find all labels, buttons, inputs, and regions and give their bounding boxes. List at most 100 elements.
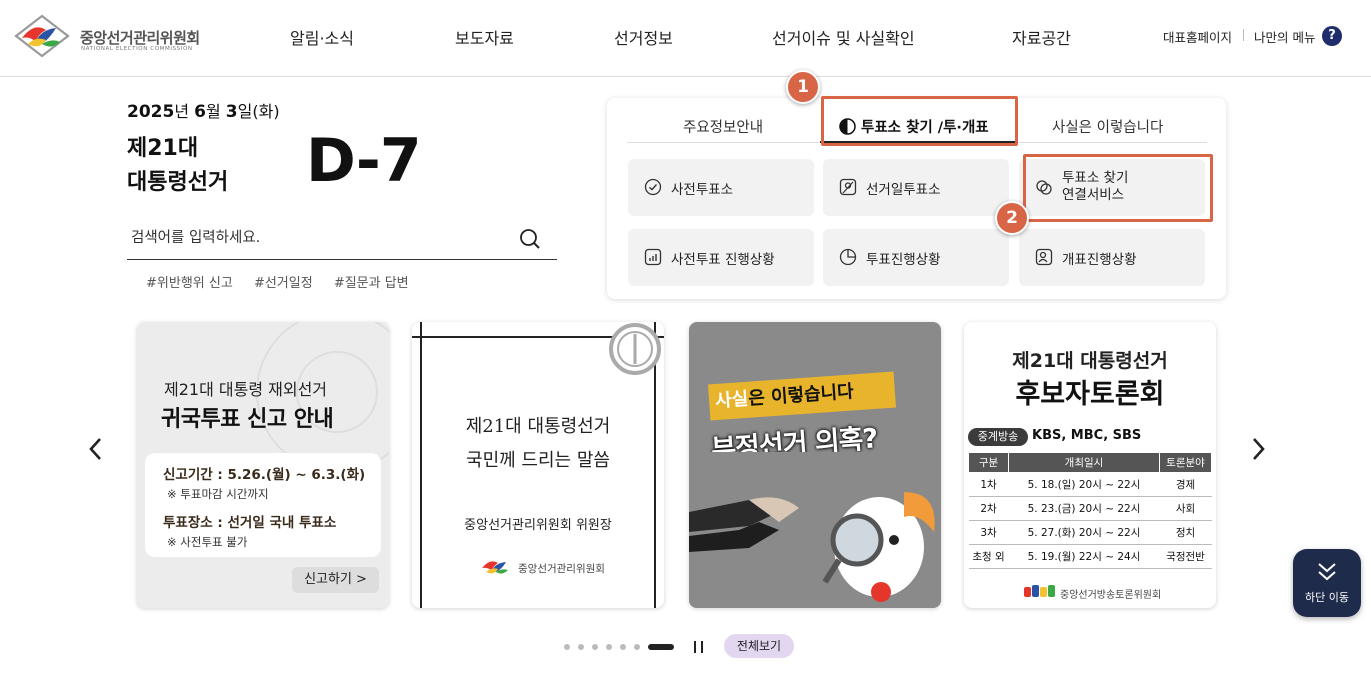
date-day: 3: [225, 102, 238, 122]
table-cell: 사회: [1159, 496, 1212, 521]
card-counting-progress[interactable]: 개표진행상황: [1019, 229, 1205, 286]
nav-election-issues[interactable]: 선거이슈 및 사실확인: [772, 25, 915, 49]
table-cell: 국정전반: [1159, 544, 1212, 569]
report-period-note: ※ 투표마감 시간까지: [167, 487, 269, 501]
pager-dot[interactable]: [578, 644, 584, 650]
pager-dot[interactable]: [592, 644, 598, 650]
banner-title: 귀국투표 신고 안내: [161, 407, 334, 432]
banner-candidate-debate[interactable]: 제21대 대통령선거 후보자토론회 중계방송 KBS, MBC, SBS 구분 …: [964, 322, 1216, 608]
tab-main-info[interactable]: 주요정보안내: [683, 116, 763, 137]
pager-dot[interactable]: [606, 644, 612, 650]
pager-dot[interactable]: [564, 644, 570, 650]
card-label: 사전투표 진행상황: [671, 252, 775, 268]
tag-faq[interactable]: #질문과 답변: [334, 276, 409, 291]
card-voting-progress[interactable]: 투표진행상황: [823, 229, 1009, 286]
table-cell: 5. 19.(월) 22시 ~ 24시: [1008, 544, 1160, 569]
table-header: 개최일시: [1008, 452, 1160, 473]
util-divider: [1243, 29, 1244, 41]
nav-resources[interactable]: 자료공간: [1012, 25, 1071, 49]
tag-election-schedule[interactable]: #선거일정: [254, 276, 313, 291]
pager-dot-active[interactable]: [648, 644, 674, 650]
search-tags: #위반행위 신고 #선거일정 #질문과 답변: [146, 272, 426, 291]
date-year-unit: 년: [174, 102, 195, 121]
main-homepage-link[interactable]: 대표홈페이지: [1163, 27, 1232, 46]
date-day-unit: 일(화): [237, 102, 280, 121]
debate-title: 후보자토론회: [1015, 379, 1165, 410]
date-month-unit: 월: [205, 102, 226, 121]
double-chevron-down-icon: [1318, 563, 1336, 581]
banner-chairman-message[interactable]: 제21대 대통령선거 국민께 드리는 말씀 중앙선거관리위원회 위원장 중앙선거…: [412, 322, 664, 608]
nav-election-info[interactable]: 선거정보: [614, 25, 673, 49]
table-header-row: 구분 개최일시 토론분야: [968, 452, 1212, 473]
d-day-counter: D-7: [306, 126, 422, 196]
voting-location-note: ※ 사전투표 불가: [167, 535, 248, 549]
handshake-mascot-illustration: [689, 452, 941, 608]
message-line2: 국민께 드리는 말씀: [466, 450, 610, 471]
check-circle-icon: [644, 178, 662, 196]
table-cell: 정치: [1159, 520, 1212, 545]
date-month: 6: [194, 102, 206, 122]
report-button[interactable]: 신고하기 >: [292, 567, 379, 593]
highlight-number-2: 2: [995, 201, 1029, 235]
site-header: 중앙선거관리위원회 NATIONAL ELECTION COMMISSION 알…: [0, 0, 1371, 77]
nec-logo-mark-icon: [14, 14, 70, 58]
my-menu-link[interactable]: 나만의 메뉴: [1254, 27, 1315, 46]
banner-info-box: 신고기간 : 5.26.(월) ~ 6.3.(화) ※ 투표마감 시간까지 투표…: [145, 453, 381, 557]
banner-logo: 중앙선거관리위원회: [480, 554, 610, 580]
card-early-voting-station[interactable]: 사전투표소: [628, 159, 814, 216]
nav-press[interactable]: 보도자료: [455, 25, 514, 49]
nav-notice[interactable]: 알림·소식: [290, 25, 354, 49]
highlight-number-1: 1: [786, 70, 820, 104]
pager-dot[interactable]: [634, 644, 640, 650]
highlight-box-1: [821, 96, 1018, 146]
scroll-to-bottom-button[interactable]: 하단 이동: [1293, 549, 1361, 617]
scroll-to-bottom-label: 하단 이동: [1305, 591, 1349, 604]
broadcast-channels: KBS, MBC, SBS: [1032, 428, 1142, 443]
table-cell: 5. 27.(화) 20시 ~ 22시: [1008, 520, 1160, 545]
carousel-next-icon[interactable]: [1248, 435, 1268, 463]
tab-fact-check[interactable]: 사실은 이렇습니다: [1052, 116, 1163, 137]
nec-logo[interactable]: 중앙선거관리위원회 NATIONAL ELECTION COMMISSION: [12, 14, 212, 58]
nec-seal-icon: [609, 323, 661, 375]
card-label: 투표진행상황: [866, 252, 941, 268]
date-year: 2025: [127, 102, 175, 122]
carousel-prev-icon[interactable]: [86, 435, 106, 463]
table-header: 구분: [968, 452, 1009, 473]
voting-location: 투표장소 : 선거일 국내 투표소: [163, 515, 337, 531]
table-row: 3차 5. 27.(화) 20시 ~ 22시 정치: [968, 520, 1212, 545]
table-cell: 2차: [968, 496, 1009, 521]
card-early-voting-progress[interactable]: 사전투표 진행상황: [628, 229, 814, 286]
tag-violation-report[interactable]: #위반행위 신고: [146, 276, 233, 291]
pie-chart-icon: [839, 248, 857, 266]
banner-fact-check[interactable]: 사실은 이렇습니다 부정선거 의혹?: [689, 322, 941, 608]
report-period: 신고기간 : 5.26.(월) ~ 6.3.(화): [163, 467, 366, 483]
election-name-line1: 제21대: [127, 136, 199, 161]
election-date: 2025년 6월 3일(화): [127, 98, 280, 122]
search-input[interactable]: [131, 226, 511, 250]
person-check-icon: [1035, 248, 1053, 266]
card-election-day-station[interactable]: 선거일투표소: [823, 159, 1009, 216]
card-label: 사전투표소: [671, 182, 734, 198]
broadcast-badge: 중계방송: [968, 428, 1028, 446]
table-cell: 3차: [968, 520, 1009, 545]
banner-subtitle: 제21대 대통령 재외선거: [164, 380, 328, 399]
pause-icon[interactable]: [693, 640, 705, 654]
logo-subtitle: NATIONAL ELECTION COMMISSION: [81, 46, 193, 52]
debate-subtitle: 제21대 대통령선거: [1012, 350, 1168, 372]
table-row: 초청 외 5. 19.(월) 22시 ~ 24시 국정전반: [968, 544, 1212, 569]
table-row: 1차 5. 18.(일) 20시 ~ 22시 경제: [968, 472, 1212, 497]
banner-fact-highlight: 사실: [714, 388, 750, 412]
banner-overseas-voting[interactable]: 제21대 대통령 재외선거 귀국투표 신고 안내 신고기간 : 5.26.(월)…: [137, 322, 389, 608]
card-label: 선거일투표소: [866, 182, 941, 198]
search-icon[interactable]: [519, 228, 541, 250]
table-cell: 경제: [1159, 472, 1212, 497]
table-header: 토론분야: [1159, 452, 1212, 473]
table-row: 2차 5. 23.(금) 20시 ~ 22시 사회: [968, 496, 1212, 521]
view-all-button[interactable]: 전체보기: [724, 634, 794, 658]
pager-dot[interactable]: [620, 644, 626, 650]
help-icon[interactable]: ?: [1322, 26, 1342, 46]
card-label: 개표진행상황: [1062, 252, 1137, 268]
highlight-box-2: [1023, 154, 1213, 222]
debate-commission-logo: 중앙선거방송토론위원회: [1024, 583, 1174, 603]
table-cell: 5. 23.(금) 20시 ~ 22시: [1008, 496, 1160, 521]
